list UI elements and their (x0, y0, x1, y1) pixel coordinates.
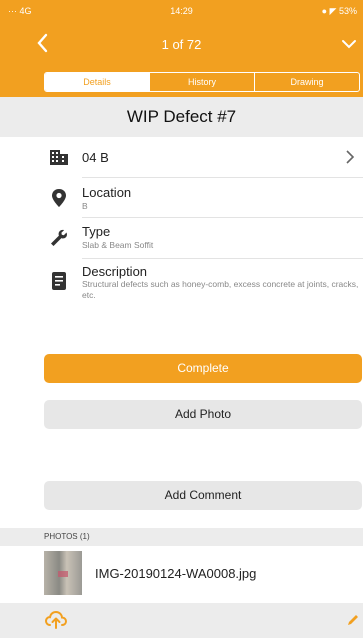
unit-row[interactable]: 04 B (0, 137, 363, 177)
pencil-icon[interactable] (345, 612, 361, 628)
location-label: Location (82, 185, 132, 200)
photo-list-item[interactable]: IMG-20190124-WA0008.jpg (0, 546, 363, 603)
page-title: WIP Defect #7 (126, 107, 237, 126)
chevron-right-icon (346, 150, 355, 164)
location-value: B (82, 201, 88, 211)
add-comment-button[interactable]: Add Comment (44, 481, 362, 510)
type-row: Type Slab & Beam Soffit (0, 218, 363, 258)
add-photo-button[interactable]: Add Photo (44, 400, 362, 429)
description-value: Structural defects such as honey-comb, e… (82, 279, 359, 300)
cloud-upload-icon[interactable] (44, 610, 68, 630)
chevron-down-icon[interactable] (341, 36, 357, 52)
status-time: 14:29 (170, 6, 193, 16)
photo-file-name: IMG-20190124-WA0008.jpg (95, 566, 257, 581)
description-label: Description (82, 264, 148, 279)
unit-value: 04 B (82, 150, 109, 165)
bottom-toolbar (0, 603, 363, 638)
location-row: Location B (0, 178, 363, 217)
photo-thumbnail (44, 551, 82, 595)
tab-details[interactable]: Details (45, 73, 149, 91)
defect-header: WIP Defect #7 (0, 97, 363, 137)
type-value: Slab & Beam Soffit (82, 240, 154, 250)
description-row: Description Structural defects such as h… (0, 259, 363, 311)
segmented-tabs: Details History Drawing (44, 72, 360, 92)
record-counter: 1 of 72 (161, 37, 202, 52)
document-icon (52, 272, 66, 290)
location-pin-icon (52, 189, 66, 207)
battery-indicator: ● ◤ 53% (321, 6, 357, 16)
tab-history[interactable]: History (149, 73, 254, 91)
type-label: Type (82, 224, 111, 239)
tab-drawing[interactable]: Drawing (254, 73, 359, 91)
photos-section-header: PHOTOS (1) (0, 528, 363, 546)
status-bar: ··· 4G 14:29 ● ◤ 53% (0, 0, 363, 22)
navigation-bar: 1 of 72 (0, 22, 363, 66)
photos-count-label: PHOTOS (1) (44, 532, 90, 541)
building-icon (50, 150, 68, 165)
wrench-icon (51, 229, 67, 246)
complete-button[interactable]: Complete (44, 354, 362, 383)
